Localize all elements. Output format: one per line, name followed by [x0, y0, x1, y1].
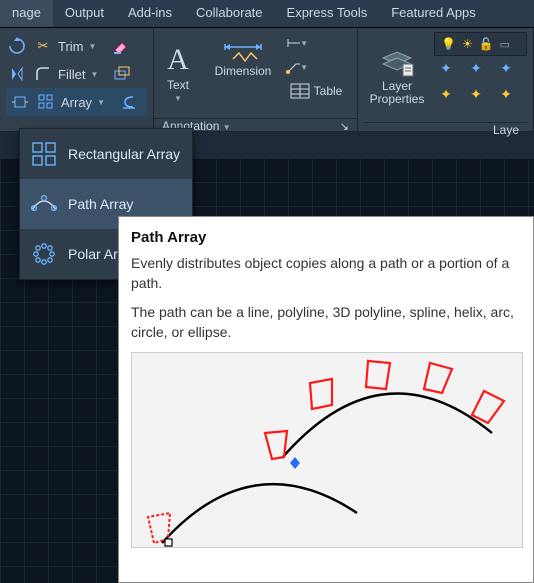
layer-iso-icon[interactable]: ✦	[434, 86, 458, 108]
menu-manage[interactable]: nage	[0, 0, 53, 27]
table-label: Table	[314, 84, 343, 98]
layer-prev-icon[interactable]: ✦	[494, 86, 518, 108]
dropdown-icon[interactable]: ▼	[88, 42, 98, 51]
dialog-launcher-icon[interactable]: ↘	[340, 120, 349, 133]
layer-off-icon[interactable]: ✦	[434, 60, 458, 82]
menu-addins[interactable]: Add-ins	[116, 0, 184, 27]
rectangular-array-item[interactable]: Rectangular Array	[20, 129, 192, 179]
tooltip-title: Path Array	[131, 227, 521, 248]
fillet-icon	[32, 63, 54, 85]
layer-dropdown[interactable]: 💡 ☀ 🔓 ▭	[434, 32, 527, 56]
menu-featured-apps[interactable]: Featured Apps	[379, 0, 488, 27]
dimension-label: Dimension	[215, 65, 272, 78]
dimension-icon	[221, 39, 265, 63]
polar-array-label: Polar Ar	[68, 246, 118, 262]
tooltip-description: Evenly distributes object copies along a…	[131, 254, 521, 293]
layer-properties-icon	[379, 48, 415, 78]
tooltip-detail: The path can be a line, polyline, 3D pol…	[131, 303, 521, 342]
layers-panel-label: Laye	[493, 123, 519, 137]
fillet-button[interactable]: Fillet ▼	[6, 60, 147, 88]
panel-modify: ✂ Trim ▼ Fillet ▼	[0, 28, 154, 131]
layer-tools: ✦ ✦ ✦ ✦ ✦ ✦	[434, 56, 527, 108]
menubar: nage Output Add-ins Collaborate Express …	[0, 0, 534, 28]
plot-icon: ▭	[500, 38, 510, 51]
sun-icon: ☀	[462, 37, 473, 51]
leader-icon[interactable]: ▼	[286, 56, 308, 78]
ribbon: ✂ Trim ▼ Fillet ▼	[0, 28, 534, 132]
dropdown-icon[interactable]: ▼	[89, 70, 99, 79]
linear-dim-icon[interactable]: ▼	[286, 32, 308, 54]
dimension-button[interactable]: Dimension	[202, 28, 284, 90]
path-array-label: Path Array	[68, 196, 133, 212]
menu-express-tools[interactable]: Express Tools	[275, 0, 380, 27]
tooltip-illustration	[131, 352, 523, 548]
menu-output[interactable]: Output	[53, 0, 116, 27]
fillet-label: Fillet	[58, 67, 85, 82]
array-label: Array	[61, 95, 92, 110]
array-button[interactable]: Array ▼	[6, 88, 147, 116]
scissors-icon: ✂	[32, 35, 54, 57]
trim-label: Trim	[58, 39, 84, 54]
text-button[interactable]: A Text ▼	[154, 28, 202, 118]
lock-icon: 🔓	[479, 37, 494, 51]
layer-freeze-icon[interactable]: ✦	[464, 60, 488, 82]
explode-icon[interactable]	[111, 63, 133, 85]
rotate-icon	[6, 35, 28, 57]
layer-properties-button[interactable]: Layer Properties	[364, 32, 430, 122]
table-button[interactable]: Table	[286, 80, 346, 102]
bulb-on-icon: 💡	[441, 37, 456, 51]
panel-layers: Layer Properties 💡 ☀ 🔓 ▭ ✦ ✦ ✦ ✦ ✦ ✦	[358, 28, 534, 131]
dropdown-icon[interactable]: ▼	[223, 123, 231, 132]
dropdown-icon[interactable]: ▼	[173, 94, 183, 103]
text-icon: A	[167, 43, 189, 77]
rectangular-array-icon	[30, 140, 58, 168]
polar-array-icon	[30, 240, 58, 268]
eraser-icon[interactable]	[110, 35, 132, 57]
layer-lock-icon[interactable]: ✦	[494, 60, 518, 82]
array-grid-icon	[35, 91, 57, 113]
path-array-icon	[30, 190, 58, 218]
menu-collaborate[interactable]: Collaborate	[184, 0, 275, 27]
path-array-tooltip: Path Array Evenly distributes object cop…	[118, 216, 534, 583]
subset-icon[interactable]	[118, 91, 140, 113]
layer-properties-label: Layer Properties	[370, 80, 425, 106]
stretch-icon	[9, 91, 31, 113]
dropdown-icon[interactable]: ▼	[96, 98, 106, 107]
panel-annotation: A Text ▼ Dimension ▼ ▼	[154, 28, 358, 131]
layer-match-icon[interactable]: ✦	[464, 86, 488, 108]
text-label: Text	[167, 79, 189, 92]
trim-button[interactable]: ✂ Trim ▼	[6, 32, 147, 60]
rectangular-array-label: Rectangular Array	[68, 146, 180, 162]
mirror-icon	[6, 63, 28, 85]
